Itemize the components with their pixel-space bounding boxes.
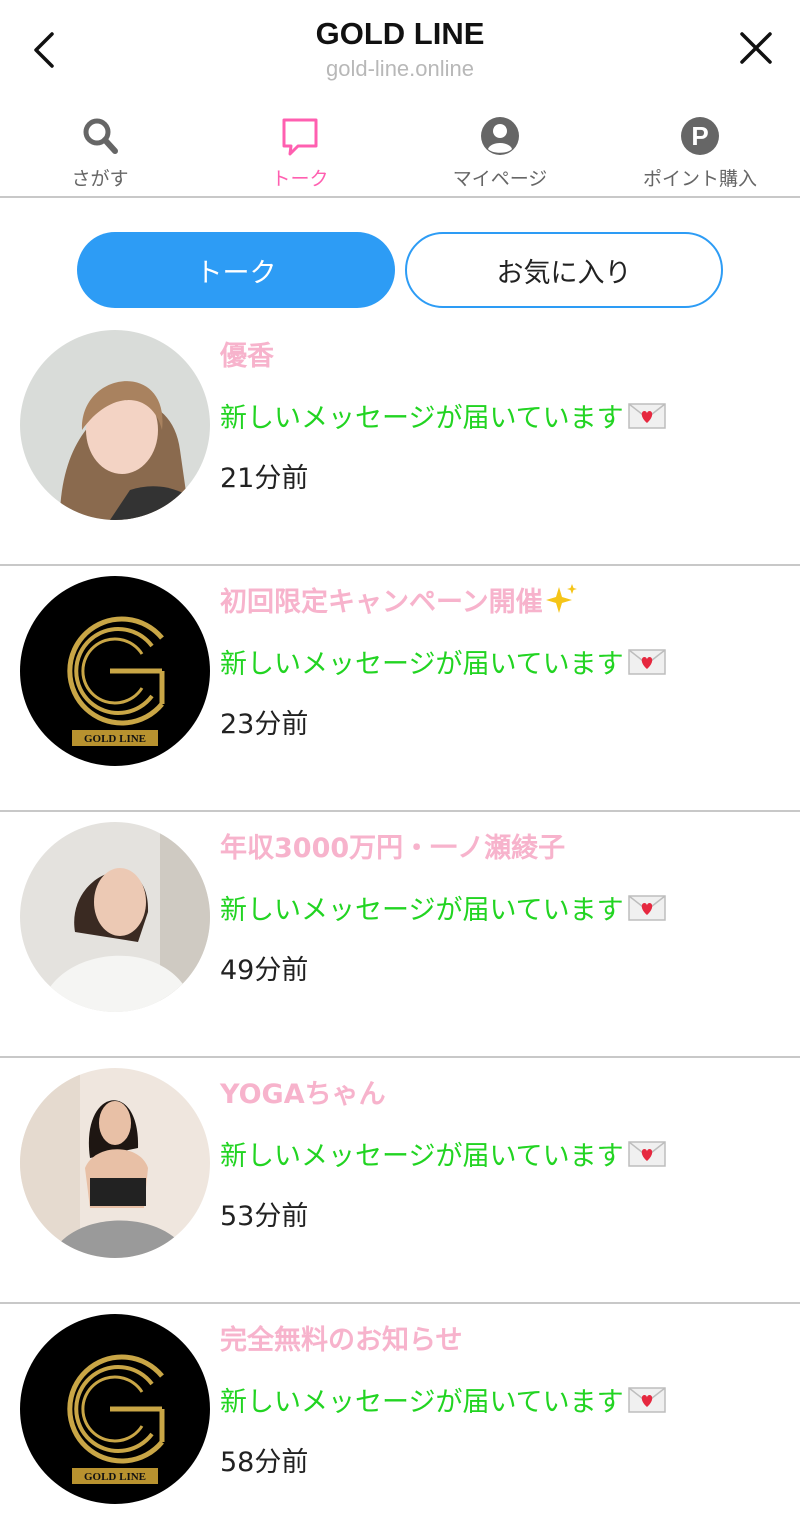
message-row[interactable]: 年収3000万円・一ノ瀬綾子 新しいメッセージが届いています 49分前 <box>0 812 800 1058</box>
message-preview-text: 新しいメッセージが届いています <box>220 649 624 680</box>
user-icon <box>481 117 519 155</box>
nav-label-points: ポイント購入 <box>642 168 757 190</box>
logo-text: GOLD LINE <box>84 733 146 745</box>
nav-divider <box>0 196 800 198</box>
close-icon <box>740 32 772 64</box>
message-row[interactable]: 優香 新しいメッセージが届いています 21分前 <box>0 320 800 566</box>
page-title: GOLD LINE <box>315 16 485 51</box>
message-preview: 新しいメッセージが届いています <box>220 1380 666 1419</box>
nav-label-talk: トーク <box>271 168 329 190</box>
tab-favorites[interactable]: お気に入り <box>405 232 723 308</box>
message-list: 優香 新しいメッセージが届いています 21分前 GOLD LINE 初回限定キャ… <box>0 320 800 1526</box>
tab-talk[interactable]: トーク <box>77 232 395 308</box>
profile-photo <box>20 330 210 520</box>
sender-name: 年収3000万円・一ノ瀬綾子 <box>220 833 566 864</box>
nav-item-search[interactable]: さがす <box>0 108 200 198</box>
message-preview-text: 新しいメッセージが届いています <box>220 895 624 926</box>
message-preview-text: 新しいメッセージが届いています <box>220 403 624 434</box>
main-nav: さがす トーク マイページ P ポイント購入 <box>0 108 800 198</box>
profile-photo <box>20 1068 210 1258</box>
love-letter-icon <box>627 895 666 921</box>
points-icon: P <box>681 117 719 155</box>
page-domain: gold-line.online <box>326 56 474 81</box>
sender-name: 初回限定キャンペーン開催 <box>220 580 579 619</box>
message-row[interactable]: GOLD LINE 完全無料のお知らせ 新しいメッセージが届いています 58分前 <box>0 1304 800 1526</box>
close-button[interactable] <box>738 30 774 66</box>
message-row[interactable]: GOLD LINE 初回限定キャンペーン開催 新しいメッセージが届いています 2… <box>0 566 800 812</box>
sender-name: YOGAちゃん <box>220 1079 386 1110</box>
sender-name-text: 初回限定キャンペーン開催 <box>220 587 543 618</box>
svg-text:P: P <box>691 121 708 151</box>
message-time: 49分前 <box>220 955 309 986</box>
avatar <box>20 822 210 1012</box>
message-time: 58分前 <box>220 1447 309 1478</box>
message-row[interactable]: YOGAちゃん 新しいメッセージが届いています 53分前 <box>0 1058 800 1304</box>
logo-text: GOLD LINE <box>84 1471 146 1483</box>
message-preview-text: 新しいメッセージが届いています <box>220 1141 624 1172</box>
header-bar: GOLD LINE gold-line.online <box>0 0 800 96</box>
love-letter-icon <box>627 1141 666 1167</box>
message-preview: 新しいメッセージが届いています <box>220 396 666 435</box>
sparkles-icon <box>545 584 577 613</box>
love-letter-icon <box>627 649 666 675</box>
nav-label-mypage: マイページ <box>452 168 548 190</box>
message-time: 53分前 <box>220 1201 309 1232</box>
chat-bubble-icon <box>282 118 318 156</box>
message-time: 23分前 <box>220 709 309 740</box>
avatar <box>20 1068 210 1258</box>
avatar <box>20 330 210 520</box>
avatar: GOLD LINE <box>20 576 210 766</box>
gold-line-logo: GOLD LINE <box>20 576 210 766</box>
message-time: 21分前 <box>220 463 309 494</box>
love-letter-icon <box>627 1387 666 1413</box>
avatar: GOLD LINE <box>20 1314 210 1504</box>
message-preview: 新しいメッセージが届いています <box>220 1134 666 1173</box>
message-preview: 新しいメッセージが届いています <box>220 888 666 927</box>
message-preview: 新しいメッセージが届いています <box>220 642 666 681</box>
nav-item-mypage[interactable]: マイページ <box>400 108 600 198</box>
profile-photo <box>20 822 210 1012</box>
nav-label-search: さがす <box>71 168 129 190</box>
nav-item-points[interactable]: P ポイント購入 <box>600 108 800 198</box>
love-letter-icon <box>627 403 666 429</box>
sender-name: 完全無料のお知らせ <box>220 1325 463 1356</box>
nav-item-talk[interactable]: トーク <box>200 108 400 198</box>
sender-name: 優香 <box>220 341 274 372</box>
search-icon <box>83 118 118 154</box>
message-preview-text: 新しいメッセージが届いています <box>220 1387 624 1418</box>
gold-line-logo: GOLD LINE <box>20 1314 210 1504</box>
